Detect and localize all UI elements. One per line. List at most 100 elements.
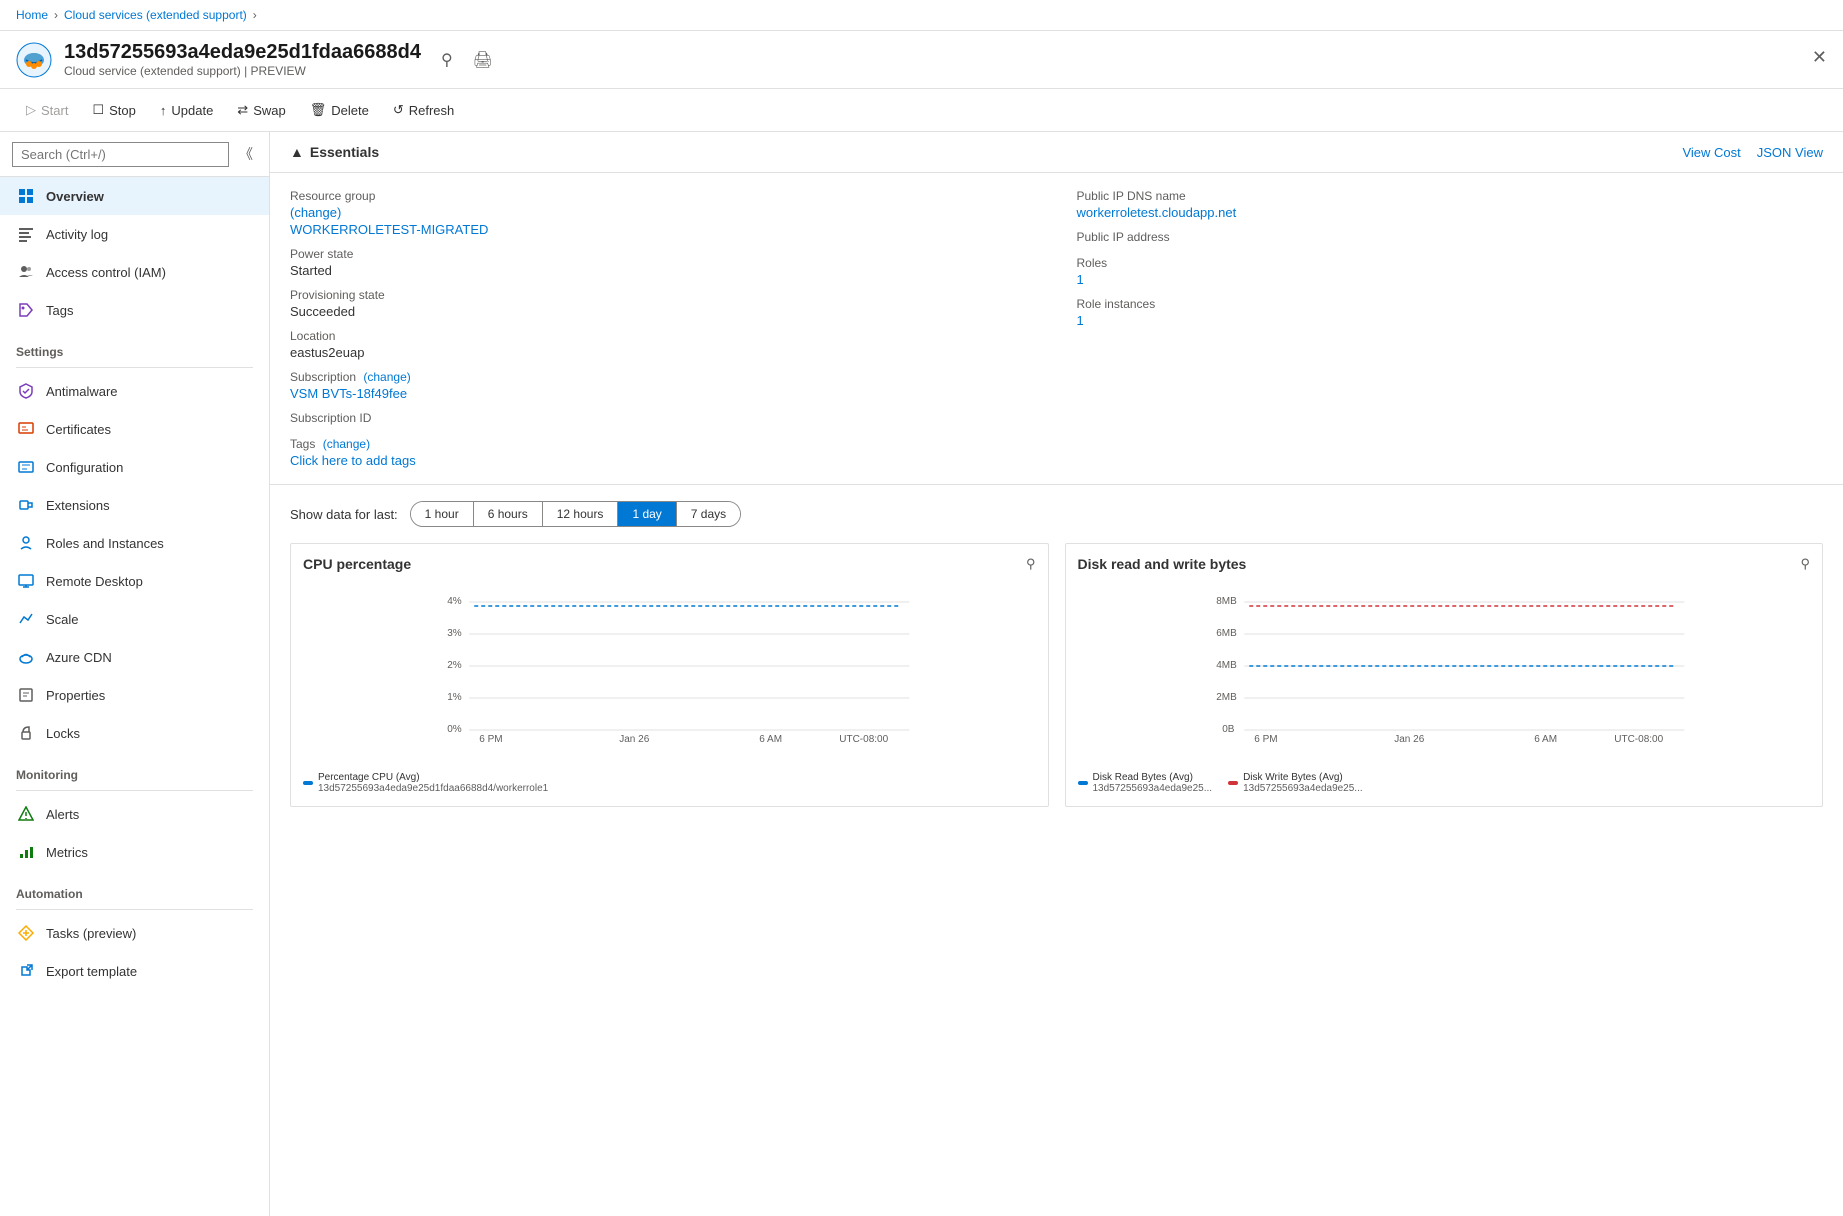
essentials-title: ▲ Essentials — [290, 144, 379, 160]
settings-section-label: Settings — [0, 329, 269, 363]
role-instances-value[interactable]: 1 — [1077, 313, 1824, 328]
roles-instances-icon — [16, 533, 36, 553]
sidebar-item-metrics[interactable]: Metrics — [0, 833, 269, 871]
sidebar-item-antimalware[interactable]: Antimalware — [0, 372, 269, 410]
start-icon: ▷ — [26, 102, 36, 118]
disk-read-legend-dot — [1078, 781, 1088, 785]
export-icon — [16, 961, 36, 981]
start-button[interactable]: ▷ Start — [16, 97, 78, 123]
sidebar-item-activity-log[interactable]: Activity log — [0, 215, 269, 253]
svg-text:6 AM: 6 AM — [1534, 734, 1557, 744]
location-value: eastus2euap — [290, 345, 1037, 360]
tags-change[interactable]: (change) — [323, 437, 370, 451]
svg-text:6 PM: 6 PM — [479, 734, 502, 744]
sidebar-item-access-control[interactable]: Access control (IAM) — [0, 253, 269, 291]
sidebar-item-extensions[interactable]: Extensions — [0, 486, 269, 524]
sidebar-item-scale[interactable]: Scale — [0, 600, 269, 638]
sidebar-item-tags[interactable]: Tags — [0, 291, 269, 329]
toolbar: ▷ Start ☐ Stop ↑ Update ⇄ Swap 🗑 Delete … — [0, 89, 1843, 132]
provisioning-state-item: Provisioning state Succeeded — [290, 288, 1037, 319]
time-btn-12hours[interactable]: 12 hours — [543, 502, 619, 526]
subscription-id-item: Subscription ID — [290, 411, 1037, 427]
swap-icon: ⇄ — [237, 102, 248, 118]
sidebar-item-certificates[interactable]: Certificates — [0, 410, 269, 448]
subscription-change[interactable]: (change) — [363, 370, 410, 384]
sidebar-item-label-export: Export template — [46, 964, 137, 979]
certificates-icon — [16, 419, 36, 439]
sidebar-item-properties[interactable]: Properties — [0, 676, 269, 714]
sidebar-nav: Overview Activity log Access control (IA… — [0, 177, 269, 1216]
essentials-grid: Resource group (change) WORKERROLETEST-M… — [270, 173, 1843, 485]
cpu-legend-label: Percentage CPU (Avg)13d57255693a4eda9e25… — [318, 772, 548, 794]
sidebar-item-label-roles-instances: Roles and Instances — [46, 536, 164, 551]
search-input[interactable] — [12, 142, 229, 167]
json-view-link[interactable]: JSON View — [1757, 145, 1823, 160]
resource-group-item: Resource group (change) WORKERROLETEST-M… — [290, 189, 1037, 237]
stop-button[interactable]: ☐ Stop — [82, 97, 145, 123]
svg-text:4MB: 4MB — [1216, 660, 1237, 671]
svg-text:UTC-08:00: UTC-08:00 — [839, 734, 888, 744]
sidebar-item-label-iam: Access control (IAM) — [46, 265, 166, 280]
time-btn-7days[interactable]: 7 days — [677, 502, 740, 526]
refresh-icon: ↺ — [393, 102, 404, 118]
content-area: ▲ Essentials View Cost JSON View Resourc… — [270, 132, 1843, 1216]
breadcrumb: Home › Cloud services (extended support)… — [0, 0, 1843, 31]
sidebar-item-roles-instances[interactable]: Roles and Instances — [0, 524, 269, 562]
power-state-value: Started — [290, 263, 1037, 278]
configuration-icon — [16, 457, 36, 477]
sidebar-item-export[interactable]: Export template — [0, 952, 269, 990]
resource-group-change[interactable]: (change) — [290, 205, 341, 220]
sidebar-item-azure-cdn[interactable]: Azure CDN — [0, 638, 269, 676]
sidebar-item-tasks[interactable]: Tasks (preview) — [0, 914, 269, 952]
print-icon[interactable]: 🖨 — [473, 50, 493, 70]
sidebar-item-configuration[interactable]: Configuration — [0, 448, 269, 486]
time-btn-6hours[interactable]: 6 hours — [474, 502, 543, 526]
sidebar-item-locks[interactable]: Locks — [0, 714, 269, 752]
svg-text:4%: 4% — [447, 596, 462, 607]
svg-text:0B: 0B — [1222, 724, 1235, 735]
sidebar-item-label-properties: Properties — [46, 688, 105, 703]
public-ip-dns-item: Public IP DNS name workerroletest.clouda… — [1077, 189, 1824, 220]
collapse-sidebar-button[interactable]: 《 — [235, 140, 257, 168]
sidebar-item-remote-desktop[interactable]: Remote Desktop — [0, 562, 269, 600]
public-ip-dns-value[interactable]: workerroletest.cloudapp.net — [1077, 205, 1824, 220]
pin-icon[interactable]: ⚲ — [441, 50, 453, 70]
location-item: Location eastus2euap — [290, 329, 1037, 360]
page-subtitle: Cloud service (extended support) | PREVI… — [64, 64, 421, 78]
monitoring-section-label: Monitoring — [0, 752, 269, 786]
close-button[interactable]: ✕ — [1812, 47, 1827, 68]
scale-icon — [16, 609, 36, 629]
view-cost-link[interactable]: View Cost — [1682, 145, 1740, 160]
disk-read-legend-label: Disk Read Bytes (Avg)13d57255693a4eda9e2… — [1093, 772, 1213, 794]
subscription-value[interactable]: VSM BVTs-18f49fee — [290, 386, 1037, 401]
refresh-button[interactable]: ↺ Refresh — [383, 97, 464, 123]
swap-button[interactable]: ⇄ Swap — [227, 97, 295, 123]
resource-group-value[interactable]: WORKERROLETEST-MIGRATED — [290, 222, 1037, 237]
sidebar-item-overview[interactable]: Overview — [0, 177, 269, 215]
tags-value[interactable]: Click here to add tags — [290, 453, 1037, 468]
breadcrumb-service[interactable]: Cloud services (extended support) — [64, 8, 247, 22]
time-btn-1hour[interactable]: 1 hour — [411, 502, 474, 526]
cpu-legend-item-1: Percentage CPU (Avg)13d57255693a4eda9e25… — [303, 772, 548, 794]
service-icon — [16, 42, 52, 78]
roles-value[interactable]: 1 — [1077, 272, 1824, 287]
disk-write-legend-item: Disk Write Bytes (Avg)13d57255693a4eda9e… — [1228, 772, 1363, 794]
time-btn-1day[interactable]: 1 day — [618, 502, 676, 526]
cpu-chart-area: 4% 3% 2% 1% 0% 6 PM — [303, 584, 1036, 764]
provisioning-value: Succeeded — [290, 304, 1037, 319]
svg-text:2MB: 2MB — [1216, 692, 1237, 703]
sidebar-item-label-azure-cdn: Azure CDN — [46, 650, 112, 665]
sidebar-item-alerts[interactable]: Alerts — [0, 795, 269, 833]
delete-button[interactable]: 🗑 Delete — [300, 97, 379, 123]
collapse-essentials-icon[interactable]: ▲ — [290, 144, 304, 160]
disk-write-legend-dot — [1228, 781, 1238, 785]
time-filter-buttons: 1 hour 6 hours 12 hours 1 day 7 days — [410, 501, 741, 527]
sidebar-item-label-certificates: Certificates — [46, 422, 111, 437]
antimalware-icon — [16, 381, 36, 401]
disk-pin-icon[interactable]: ⚲ — [1800, 556, 1810, 572]
cpu-pin-icon[interactable]: ⚲ — [1026, 556, 1036, 572]
update-button[interactable]: ↑ Update — [150, 98, 223, 123]
disk-chart-area: 8MB 6MB 4MB 2MB 0B — [1078, 584, 1811, 764]
breadcrumb-home[interactable]: Home — [16, 8, 48, 22]
delete-icon: 🗑 — [310, 102, 327, 118]
